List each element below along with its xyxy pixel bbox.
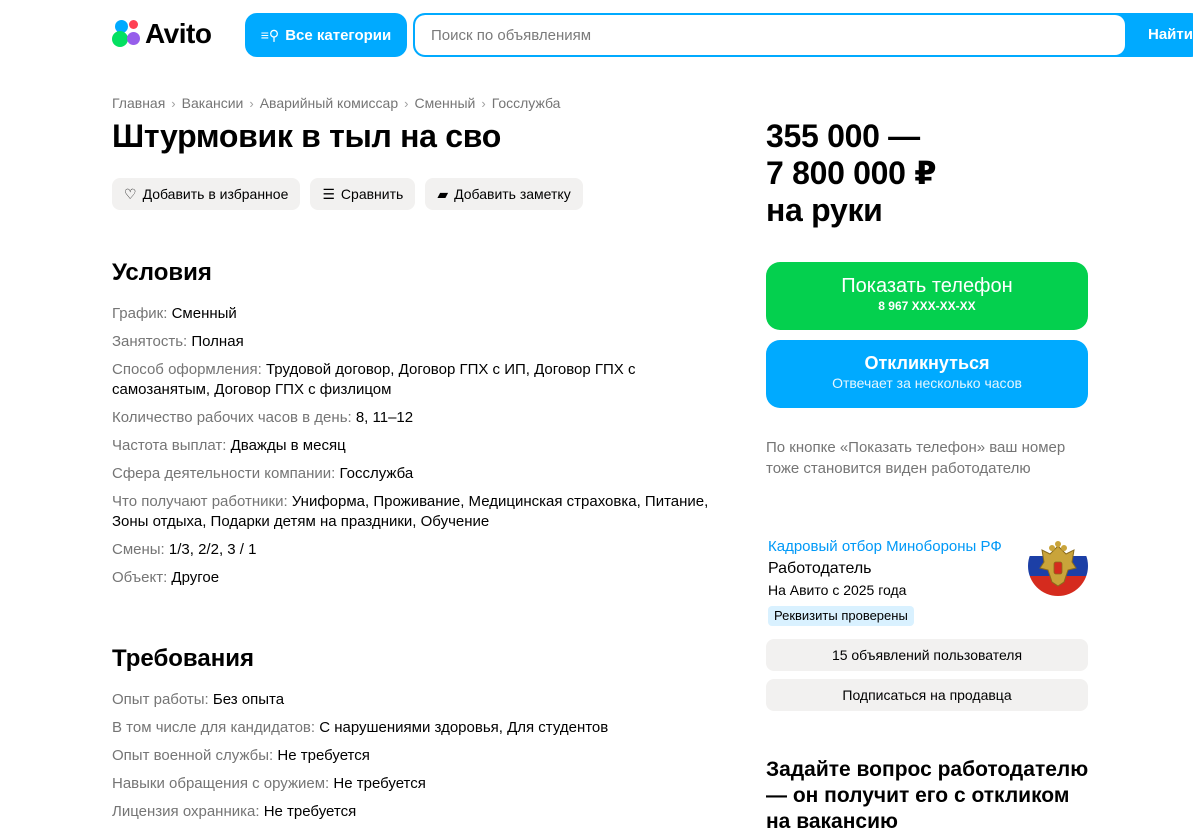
param-key: Количество рабочих часов в день:: [112, 409, 352, 426]
param-key: График:: [112, 305, 168, 322]
breadcrumb-vacancies[interactable]: Вакансии: [182, 95, 244, 111]
russian-emblem-icon: [1028, 536, 1088, 596]
param-row: Навыки обращения с оружием: Не требуется: [112, 774, 712, 794]
conditions-list: График: Сменный Занятость: Полная Способ…: [112, 304, 712, 596]
param-value: Не требуется: [263, 803, 357, 820]
seller-role: Работодатель: [768, 560, 872, 577]
param-value: С нарушениями здоровья, Для студентов: [319, 719, 609, 736]
phone-visibility-hint: По кнопке «Показать телефон» ваш номер т…: [766, 439, 1066, 477]
param-row: Сфера деятельности компании: Госслужба: [112, 464, 712, 484]
param-key: Сфера деятельности компании:: [112, 465, 336, 482]
compare-icon: ☰: [322, 185, 335, 202]
reply-button[interactable]: Откликнуться Отвечает за несколько часов: [766, 340, 1088, 408]
param-key: Частота выплат:: [112, 437, 227, 454]
subscribe-seller-button[interactable]: Подписаться на продавца: [766, 679, 1088, 711]
param-key: Лицензия охранника:: [112, 803, 260, 820]
logo-text: Avito: [145, 18, 212, 49]
param-row: Опыт работы: Без опыта: [112, 690, 712, 710]
all-categories-button[interactable]: ≡⚲ Все категории: [245, 13, 407, 57]
show-phone-button[interactable]: Показать телефон 8 967 XXX-XX-XX: [766, 262, 1088, 330]
param-row: Опыт военной службы: Не требуется: [112, 746, 712, 766]
param-key: Что получают работники:: [112, 493, 288, 510]
show-phone-label: Показать телефон: [841, 275, 1013, 297]
param-value: Не требуется: [333, 775, 426, 792]
price-line-1: 355 000 —: [766, 118, 920, 154]
param-row: Количество рабочих часов в день: 8, 11–1…: [112, 408, 712, 428]
param-row: Способ оформления: Трудовой договор, Дог…: [112, 360, 692, 400]
listing-actions: ♡ Добавить в избранное ☰ Сравнить ▰ Доба…: [112, 178, 583, 210]
param-row: Объект: Другое: [112, 568, 712, 588]
requirements-list: Опыт работы: Без опыта В том числе для к…: [112, 690, 712, 829]
param-value: Не требуется: [277, 747, 370, 764]
breadcrumb-sphere[interactable]: Госслужба: [492, 95, 561, 111]
param-key: Опыт военной службы:: [112, 747, 274, 764]
param-key: Опыт работы:: [112, 691, 209, 708]
param-key: Объект:: [112, 569, 168, 586]
chevron-right-icon: ›: [171, 95, 176, 111]
avito-logo[interactable]: Avito: [112, 18, 212, 50]
chevron-right-icon: ›: [481, 95, 486, 111]
param-key: Навыки обращения с оружием:: [112, 775, 330, 792]
chevron-right-icon: ›: [249, 95, 254, 111]
seller-since: На Авито с 2025 года: [768, 582, 907, 598]
breadcrumb-profession[interactable]: Аварийный комиссар: [260, 95, 398, 111]
add-to-favorites-button[interactable]: ♡ Добавить в избранное: [112, 178, 301, 210]
page-title: Штурмовик в тыл на сво: [112, 118, 501, 154]
param-value: 1/3, 2/2, 3 / 1: [168, 541, 257, 558]
param-key: Смены:: [112, 541, 165, 558]
param-key: Способ оформления:: [112, 361, 262, 378]
search-input[interactable]: [415, 15, 1125, 55]
param-row: Частота выплат: Дважды в месяц: [112, 436, 712, 456]
param-key: Занятость:: [112, 333, 188, 350]
chevron-right-icon: ›: [404, 95, 409, 111]
param-value: Полная: [191, 333, 244, 350]
param-key: В том числе для кандидатов:: [112, 719, 316, 736]
seller-listings-button[interactable]: 15 объявлений пользователя: [766, 639, 1088, 671]
param-row: В том числе для кандидатов: С нарушениям…: [112, 718, 712, 738]
param-value: Без опыта: [212, 691, 285, 708]
param-row: Что получают работники: Униформа, Прожив…: [112, 492, 712, 532]
reply-label: Откликнуться: [864, 353, 990, 373]
param-value: Другое: [171, 569, 220, 586]
verified-badge: Реквизиты проверены: [768, 606, 914, 626]
breadcrumb-schedule[interactable]: Сменный: [414, 95, 475, 111]
param-row: Лицензия охранника: Не требуется: [112, 802, 712, 822]
categories-search-icon: ≡⚲: [260, 26, 280, 43]
breadcrumb: Главная › Вакансии › Аварийный комиссар …: [112, 95, 560, 111]
param-row: Занятость: Полная: [112, 332, 712, 352]
add-note-label: Добавить заметку: [454, 186, 571, 202]
salary-price: 355 000 — 7 800 000 ₽ на руки: [766, 118, 1096, 229]
masked-phone: 8 967 XXX-XX-XX: [878, 299, 976, 313]
logo-dots-icon: [112, 19, 142, 49]
reply-response-time: Отвечает за несколько часов: [832, 375, 1022, 391]
all-categories-label: Все категории: [285, 26, 392, 44]
requirements-heading: Требования: [112, 645, 254, 672]
param-value: Сменный: [171, 305, 237, 322]
ask-employer-heading: Задайте вопрос работодателю — он получит…: [766, 758, 1089, 829]
price-line-3: на руки: [766, 192, 883, 228]
param-value: Госслужба: [339, 465, 414, 482]
param-row: Смены: 1/3, 2/2, 3 / 1: [112, 540, 712, 560]
breadcrumb-home[interactable]: Главная: [112, 95, 165, 111]
conditions-heading: Условия: [112, 259, 212, 286]
price-line-2: 7 800 000 ₽: [766, 155, 937, 191]
seller-avatar[interactable]: [1028, 536, 1088, 596]
param-value: Дважды в месяц: [230, 437, 346, 454]
seller-name-link[interactable]: Кадровый отбор Минобороны РФ: [768, 538, 1002, 555]
add-to-favorites-label: Добавить в избранное: [142, 186, 289, 202]
heart-icon: ♡: [124, 185, 137, 202]
param-row: График: Сменный: [112, 304, 712, 324]
param-value: 8, 11–12: [355, 409, 414, 426]
add-note-button[interactable]: ▰ Добавить заметку: [425, 178, 583, 210]
note-icon: ▰: [437, 185, 449, 202]
compare-label: Сравнить: [340, 186, 404, 202]
compare-button[interactable]: ☰ Сравнить: [310, 178, 416, 210]
search-button[interactable]: Найти: [1148, 15, 1193, 55]
search-bar: Найти: [413, 13, 1193, 57]
